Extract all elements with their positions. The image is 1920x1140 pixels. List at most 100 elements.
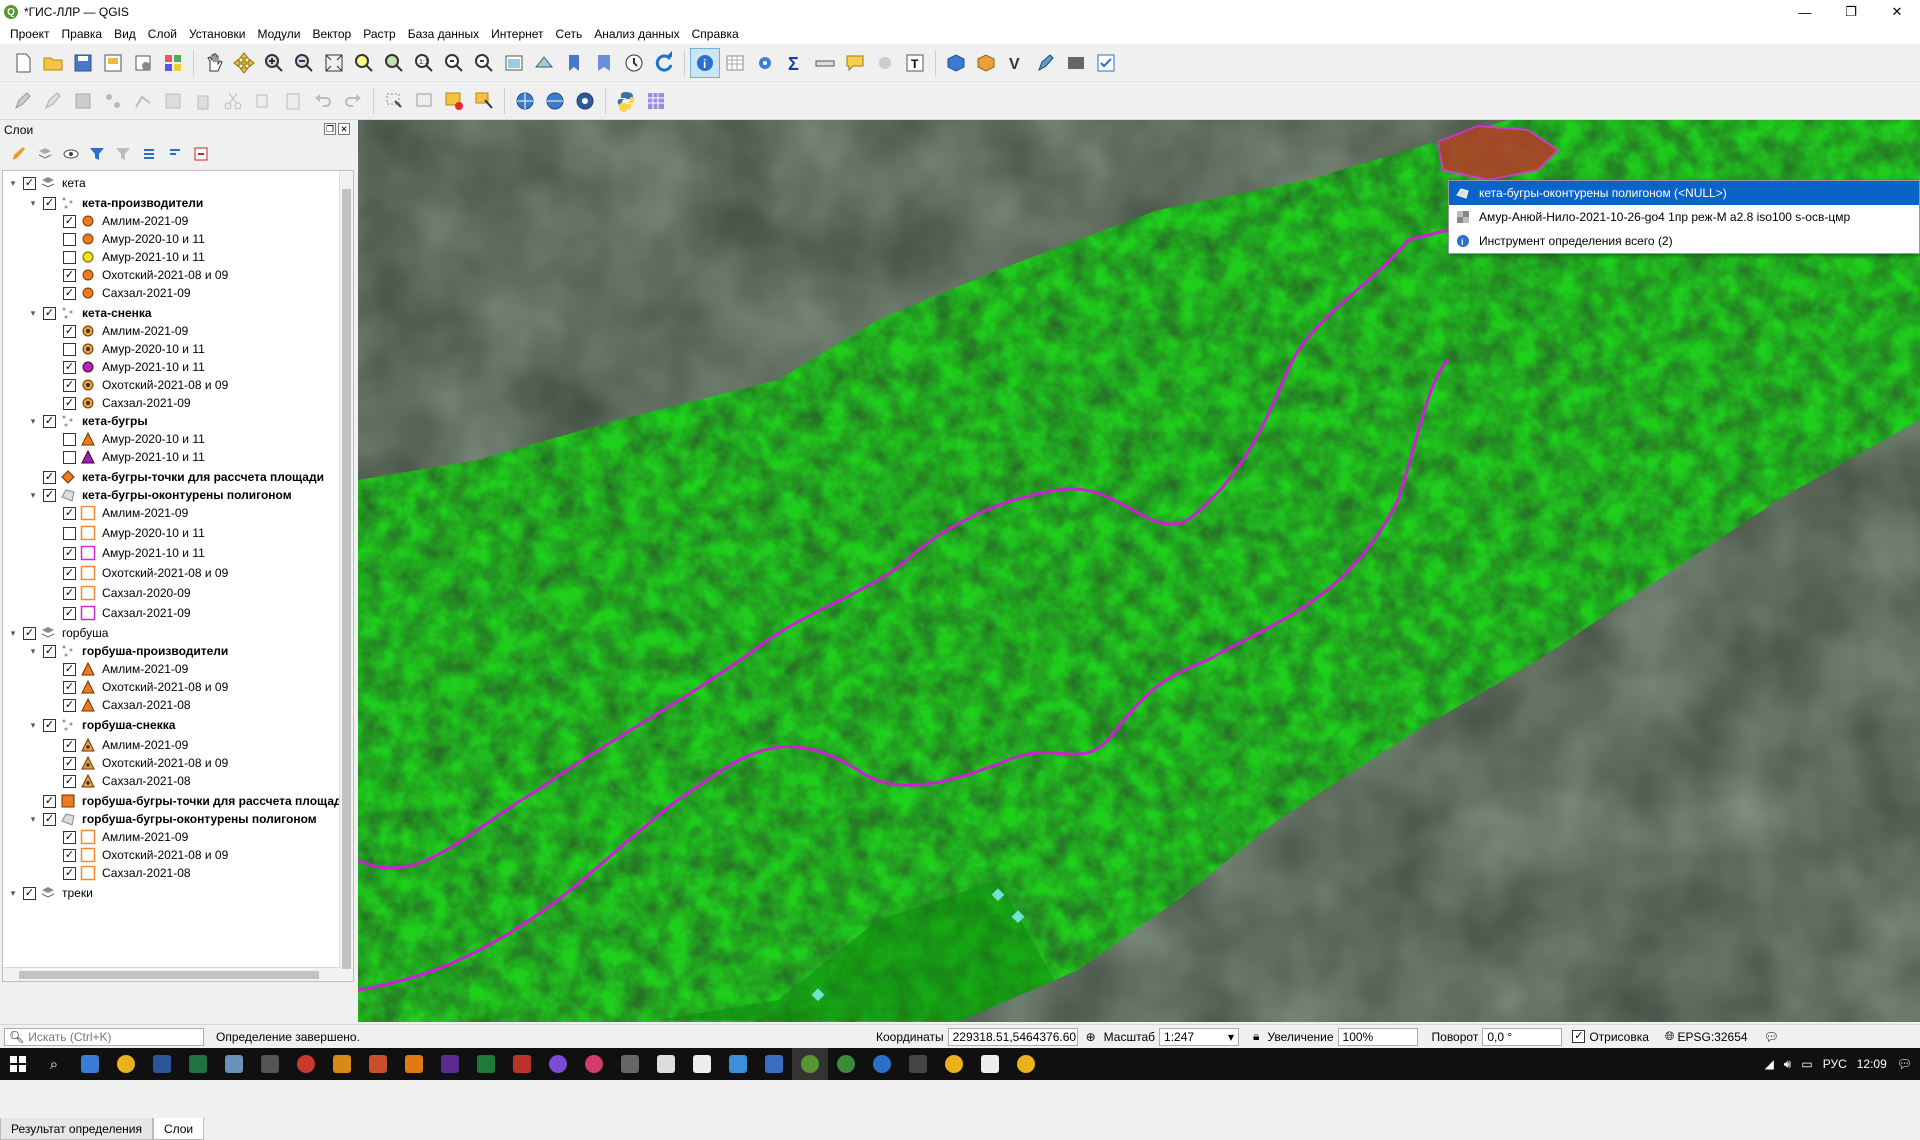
- copy-features-button[interactable]: [248, 86, 278, 116]
- taskbar-app-24[interactable]: [900, 1048, 936, 1080]
- layer-visibility-checkbox[interactable]: ✓: [43, 794, 56, 808]
- plugin-2-button[interactable]: [971, 48, 1001, 78]
- plugin-3-button[interactable]: V: [1001, 48, 1031, 78]
- pan-to-selection-button[interactable]: [229, 48, 259, 78]
- clock[interactable]: 12:09: [1857, 1057, 1887, 1071]
- taskbar-app-chrome[interactable]: [108, 1048, 144, 1080]
- layer-visibility-checkbox[interactable]: ✓: [43, 306, 56, 320]
- taskbar-app-11[interactable]: [432, 1048, 468, 1080]
- layer-visibility-checkbox[interactable]: ✓: [43, 414, 56, 428]
- wcs-button[interactable]: [570, 86, 600, 116]
- layer-tree-row[interactable]: ▾ ✓ кета: [3, 173, 343, 193]
- layer-tree-row[interactable]: ✓ Сахзал-2021-09: [3, 393, 343, 413]
- layer-visibility-checkbox[interactable]: ✓: [43, 644, 56, 658]
- filter-by-expression-button[interactable]: [110, 143, 136, 165]
- menu-settings[interactable]: Установки: [183, 24, 251, 44]
- taskbar-app-16[interactable]: [612, 1048, 648, 1080]
- taskbar-app-23[interactable]: [864, 1048, 900, 1080]
- close-button[interactable]: ✕: [1874, 0, 1920, 24]
- battery-icon[interactable]: ▭: [1801, 1057, 1812, 1071]
- close-panel-button[interactable]: ✕: [338, 123, 350, 135]
- taskbar-app-27[interactable]: [1008, 1048, 1044, 1080]
- layer-tree-row[interactable]: ▾ ✓ горбуша: [3, 623, 343, 643]
- save-project-button[interactable]: [68, 48, 98, 78]
- layer-tree-row[interactable]: Амур-2021-10 и 11: [3, 447, 343, 467]
- open-layer-styling-button[interactable]: [6, 143, 32, 165]
- layer-tree-row[interactable]: ✓ Сахзал-2021-08: [3, 771, 343, 791]
- menu-edit[interactable]: Правка: [56, 24, 109, 44]
- expand-toggle-icon[interactable]: ▾: [27, 814, 39, 825]
- paste-features-button[interactable]: [278, 86, 308, 116]
- layer-tree-row[interactable]: ✓ Амлим-2021-09: [3, 659, 343, 679]
- manage-map-themes-button[interactable]: [58, 143, 84, 165]
- expand-toggle-icon[interactable]: ▾: [7, 888, 19, 899]
- layer-tree-row[interactable]: ▾ ✓ кета-сненка: [3, 303, 343, 323]
- layer-tree-row[interactable]: ✓ Сахзал-2021-09: [3, 603, 343, 623]
- layer-visibility-checkbox[interactable]: ✓: [63, 848, 76, 862]
- taskbar-search-button[interactable]: ⌕: [36, 1048, 72, 1080]
- menu-help[interactable]: Справка: [686, 24, 745, 44]
- coordinate-field[interactable]: 229318.51,5464376.60: [947, 1027, 1078, 1046]
- menu-processing[interactable]: Анализ данных: [588, 24, 685, 44]
- identify-features-button[interactable]: i: [690, 47, 720, 78]
- magnifier-spinbox[interactable]: 100%: [1337, 1027, 1418, 1046]
- layer-tree-row[interactable]: ▾ ✓ треки: [3, 883, 343, 903]
- layer-visibility-checkbox[interactable]: ✓: [23, 176, 36, 190]
- taskbar-app-6[interactable]: [252, 1048, 288, 1080]
- layer-tree-row[interactable]: ▾ ✓ кета-производители: [3, 193, 343, 213]
- menu-plugins[interactable]: Модули: [251, 24, 306, 44]
- add-feature-button[interactable]: [98, 86, 128, 116]
- statistical-summary-button[interactable]: Σ: [780, 48, 810, 78]
- taskbar-app-7[interactable]: [288, 1048, 324, 1080]
- python-console-button[interactable]: [611, 86, 641, 116]
- layer-visibility-checkbox[interactable]: ✓: [43, 470, 56, 484]
- measure-button[interactable]: [810, 48, 840, 78]
- menu-database[interactable]: База данных: [402, 24, 485, 44]
- refresh-button[interactable]: [649, 48, 679, 78]
- add-group-button[interactable]: [32, 143, 58, 165]
- language-indicator[interactable]: РУС: [1823, 1057, 1847, 1071]
- float-panel-button[interactable]: ❐: [324, 123, 336, 135]
- layer-visibility-checkbox[interactable]: [63, 232, 76, 246]
- plugin-4-button[interactable]: [1031, 48, 1061, 78]
- layer-tree-row[interactable]: ✓ Амур-2021-10 и 11: [3, 543, 343, 563]
- taskbar-app-1[interactable]: [72, 1048, 108, 1080]
- select-by-value-button[interactable]: [409, 86, 439, 116]
- zoom-native-button[interactable]: 1:1: [409, 48, 439, 78]
- menu-project[interactable]: Проект: [4, 24, 56, 44]
- layer-visibility-checkbox[interactable]: ✓: [23, 886, 36, 900]
- pick-features-button[interactable]: [469, 86, 499, 116]
- layout-manager-button[interactable]: [128, 48, 158, 78]
- layer-tree-row[interactable]: ▾ ✓ горбуша-бугры-оконтурены полигоном: [3, 809, 343, 829]
- layer-visibility-checkbox[interactable]: ✓: [63, 586, 76, 600]
- zoom-in-button[interactable]: [259, 48, 289, 78]
- layer-tree-row[interactable]: ▾ ✓ горбуша-производители: [3, 641, 343, 661]
- layer-visibility-checkbox[interactable]: ✓: [63, 506, 76, 520]
- taskbar-app-excel[interactable]: [180, 1048, 216, 1080]
- undo-button[interactable]: [308, 86, 338, 116]
- expand-toggle-icon[interactable]: ▾: [7, 178, 19, 189]
- layer-visibility-checkbox[interactable]: ✓: [63, 866, 76, 880]
- zoom-full-button[interactable]: [319, 48, 349, 78]
- layer-tree-row[interactable]: ✓ Амлим-2021-09: [3, 503, 343, 523]
- zoom-selection-button[interactable]: [349, 48, 379, 78]
- new-bookmark-button[interactable]: [559, 48, 589, 78]
- toggle-editing-button[interactable]: [38, 86, 68, 116]
- layer-visibility-checkbox[interactable]: ✓: [63, 566, 76, 580]
- layer-tree-row[interactable]: Амур-2020-10 и 11: [3, 339, 343, 359]
- layer-tree-row[interactable]: ✓ горбуша-бугры-точки для рассчета площад: [3, 791, 343, 811]
- layer-visibility-checkbox[interactable]: ✓: [43, 196, 56, 210]
- wms-button[interactable]: [510, 86, 540, 116]
- minimize-button[interactable]: —: [1782, 0, 1828, 24]
- start-button[interactable]: [0, 1048, 36, 1080]
- taskbar-app-qgis[interactable]: [792, 1048, 828, 1080]
- delete-selected-button[interactable]: [188, 86, 218, 116]
- expand-toggle-icon[interactable]: ▾: [27, 308, 39, 319]
- crs-button[interactable]: EPSG:32654: [1678, 1030, 1748, 1044]
- taskbar-app-12[interactable]: [468, 1048, 504, 1080]
- layer-tree-row[interactable]: ✓ Охотский-2021-08 и 09: [3, 375, 343, 395]
- text-annotation-button[interactable]: T: [900, 48, 930, 78]
- menu-raster[interactable]: Растр: [357, 24, 401, 44]
- layer-tree-row[interactable]: ✓ Амур-2021-10 и 11: [3, 357, 343, 377]
- layer-visibility-checkbox[interactable]: ✓: [63, 268, 76, 282]
